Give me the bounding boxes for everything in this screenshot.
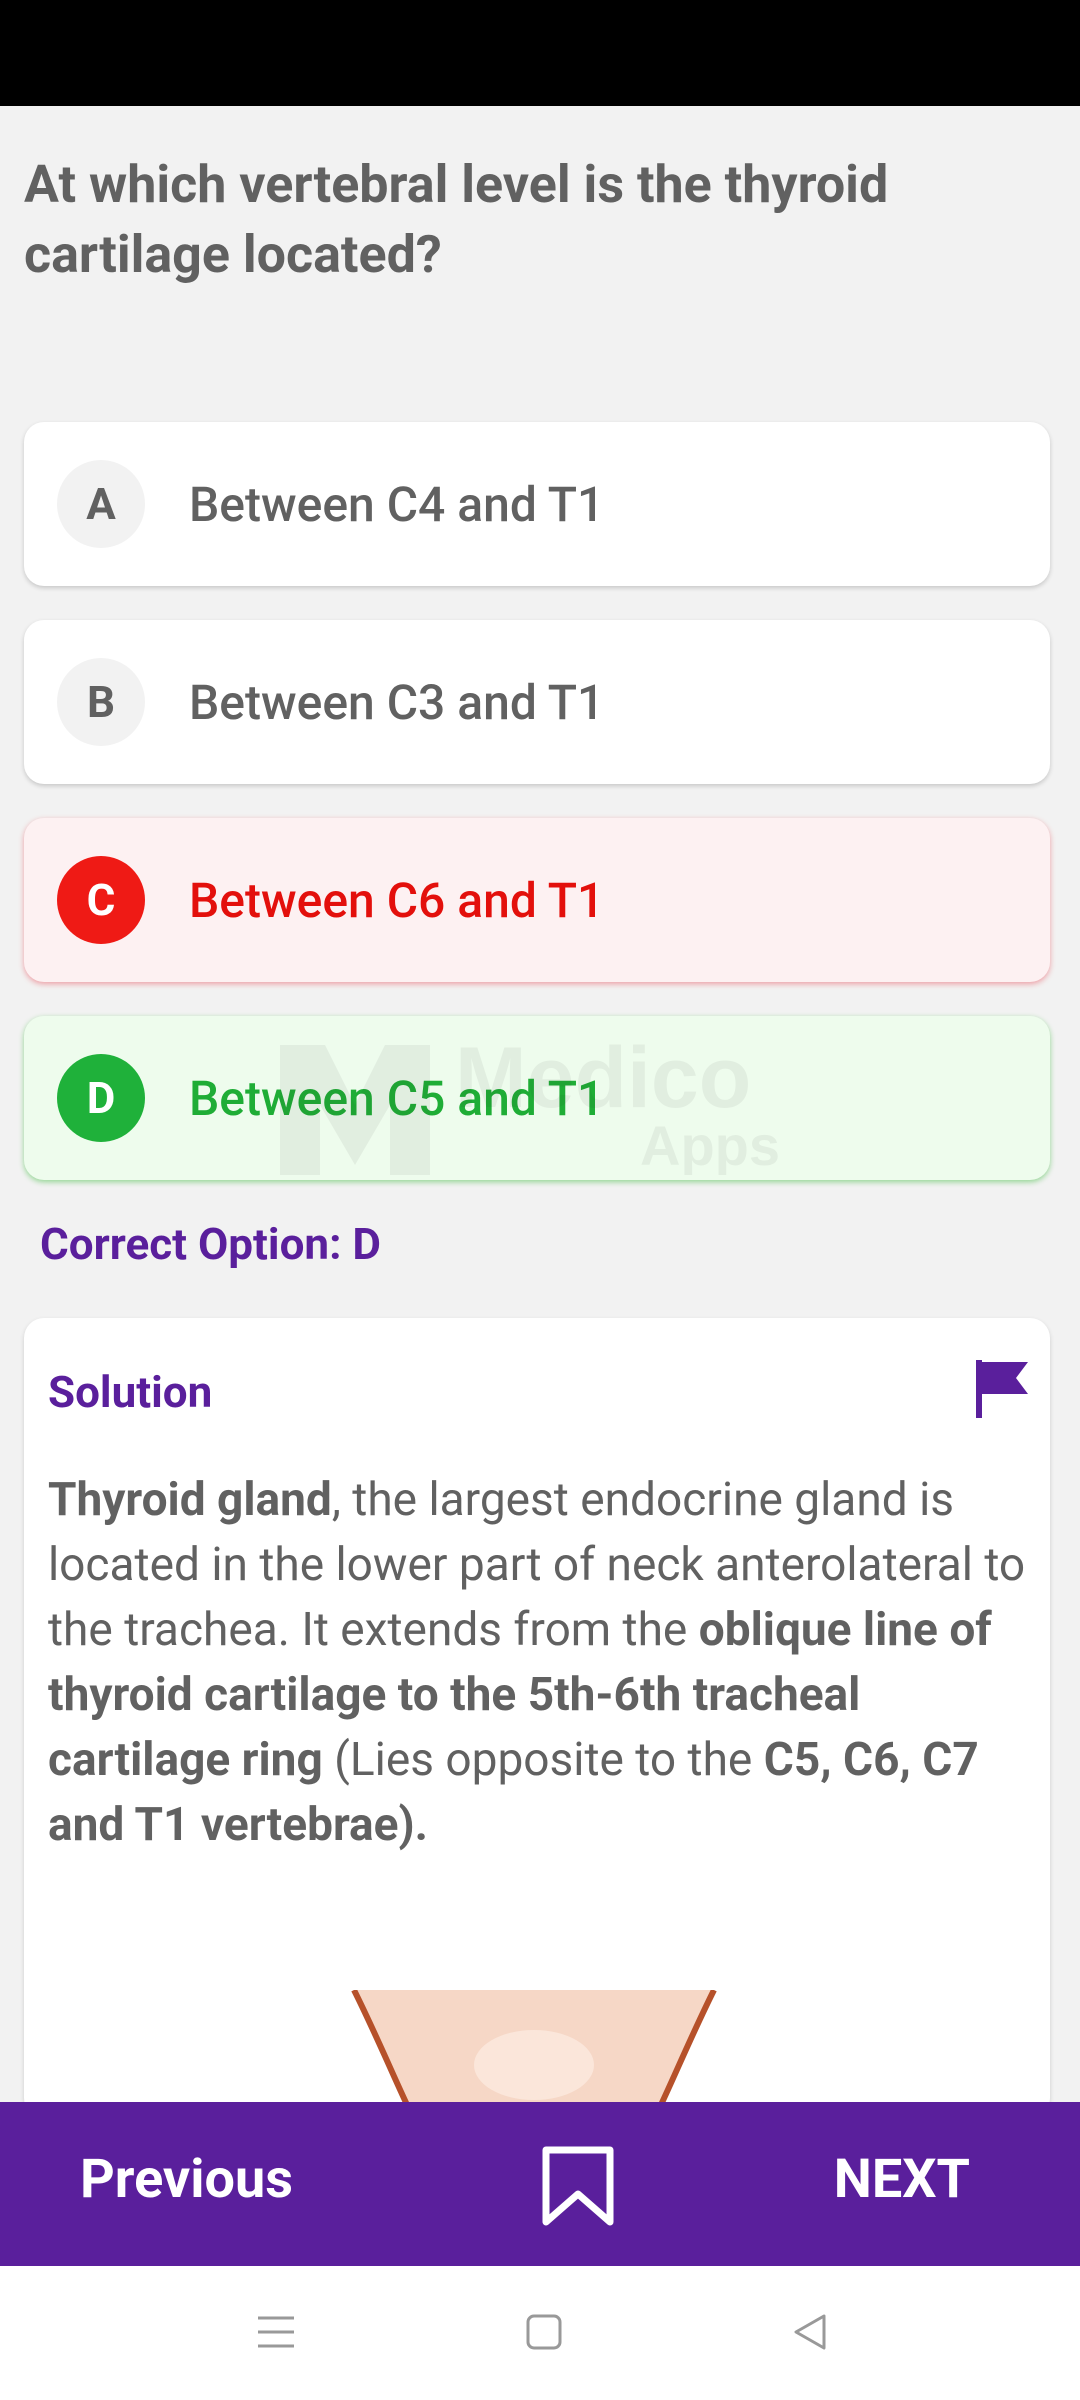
- report-flag-icon[interactable]: [974, 1358, 1030, 1420]
- back-icon[interactable]: [788, 2310, 832, 2354]
- option-c-text: Between C6 and T1: [189, 871, 605, 929]
- option-a-letter: A: [57, 460, 145, 548]
- option-b-letter: B: [57, 658, 145, 746]
- status-bar: [0, 0, 1080, 106]
- option-a[interactable]: A Between C4 and T1: [24, 422, 1050, 586]
- solution-title: Solution: [48, 1366, 213, 1418]
- option-b[interactable]: B Between C3 and T1: [24, 620, 1050, 784]
- home-icon[interactable]: [522, 2310, 566, 2354]
- bottom-navigation-bar: Previous NEXT: [0, 2102, 1080, 2266]
- option-a-text: Between C4 and T1: [189, 475, 605, 533]
- option-d-letter: D: [57, 1054, 145, 1142]
- next-button[interactable]: NEXT: [834, 2148, 970, 2211]
- menu-icon[interactable]: [254, 2310, 298, 2354]
- neck-illustration-image: [351, 1990, 717, 2118]
- system-navigation-bar: [0, 2266, 1080, 2400]
- option-d-text: Between C5 and T1: [189, 1069, 605, 1127]
- bookmark-icon[interactable]: [540, 2144, 616, 2228]
- option-c[interactable]: C Between C6 and T1: [24, 818, 1050, 982]
- solution-card: Solution Thyroid gland, the largest endo…: [24, 1318, 1050, 2118]
- option-d[interactable]: D Between C5 and T1: [24, 1016, 1050, 1180]
- option-c-letter: C: [57, 856, 145, 944]
- previous-button[interactable]: Previous: [80, 2148, 293, 2211]
- option-b-text: Between C3 and T1: [189, 673, 605, 731]
- correct-option-label: Correct Option: D: [40, 1218, 381, 1270]
- solution-text: Thyroid gland, the largest endocrine gla…: [48, 1473, 1026, 1852]
- question-text: At which vertebral level is the thyroid …: [24, 154, 889, 285]
